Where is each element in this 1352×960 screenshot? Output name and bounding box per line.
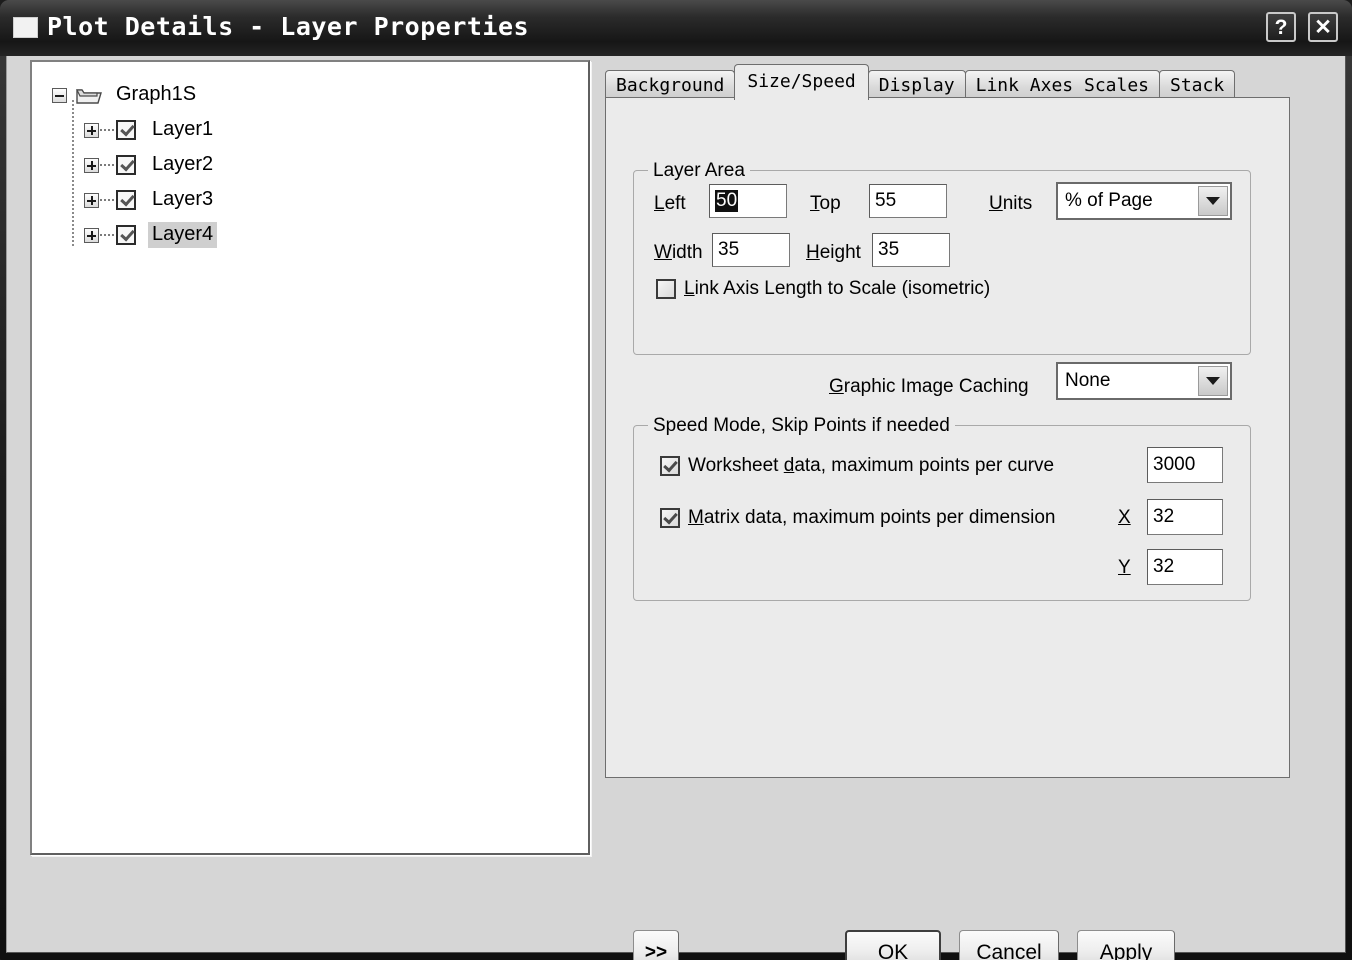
matrix-y-label-text: Y bbox=[1118, 557, 1131, 578]
cancel-button[interactable]: Cancel bbox=[959, 930, 1059, 960]
tree-item-root[interactable]: Graph1S bbox=[52, 80, 200, 110]
left-input-value: 50 bbox=[715, 190, 739, 212]
layer-area-group: Layer Area Left 50 Top 55 Units % of Pag… bbox=[633, 160, 1251, 355]
speed-mode-group-title: Speed Mode, Skip Points if needed bbox=[648, 415, 955, 437]
graphic-image-caching-value: None bbox=[1065, 370, 1111, 391]
tree-item-layer2[interactable]: Layer2 bbox=[84, 150, 217, 180]
top-label: Top bbox=[810, 193, 841, 214]
tree-dots bbox=[100, 234, 114, 236]
help-button[interactable]: ? bbox=[1266, 12, 1296, 42]
width-input-value: 35 bbox=[718, 239, 740, 260]
top-input-value: 55 bbox=[875, 190, 897, 211]
layer-visibility-checkbox[interactable] bbox=[116, 190, 136, 210]
matrix-y-value: 32 bbox=[1153, 556, 1175, 577]
tree-item-label: Layer1 bbox=[152, 118, 214, 140]
ok-button[interactable]: OK bbox=[845, 930, 941, 960]
chevron-down-icon[interactable] bbox=[1198, 366, 1228, 396]
dialog-window: Plot Details - Layer Properties ? ✕ Grap… bbox=[0, 0, 1352, 960]
width-input[interactable]: 35 bbox=[712, 233, 790, 267]
graphic-image-caching-label: Graphic Image Caching bbox=[829, 376, 1029, 397]
width-label: Width bbox=[654, 242, 703, 263]
tab-page-size-speed: Layer Area Left 50 Top 55 Units % of Pag… bbox=[605, 97, 1290, 778]
graphic-image-caching-combobox[interactable]: None bbox=[1056, 362, 1232, 400]
more-options-button[interactable]: >> bbox=[633, 930, 679, 960]
matrix-x-value: 32 bbox=[1153, 506, 1175, 527]
height-label: Height bbox=[806, 242, 861, 263]
left-input[interactable]: 50 bbox=[709, 184, 787, 218]
matrix-data-checkbox[interactable] bbox=[660, 508, 680, 528]
tab-size-speed[interactable]: Size/Speed bbox=[734, 64, 869, 100]
collapse-icon[interactable] bbox=[52, 87, 67, 103]
worksheet-max-points-value: 3000 bbox=[1153, 454, 1196, 475]
worksheet-data-label: Worksheet data, maximum points per curve bbox=[688, 455, 1055, 476]
dialog-client-area: Graph1S Layer1 Layer2 Layer3 Layer4 Back… bbox=[6, 56, 1346, 960]
tab-link-axes-scales[interactable]: Link Axes Scales bbox=[964, 70, 1160, 100]
tab-display[interactable]: Display bbox=[867, 70, 966, 100]
units-combobox[interactable]: % of Page bbox=[1056, 182, 1232, 220]
tab-background[interactable]: Background bbox=[605, 70, 736, 100]
close-button[interactable]: ✕ bbox=[1308, 12, 1338, 42]
tree-item-layer3[interactable]: Layer3 bbox=[84, 185, 217, 215]
matrix-data-label: Matrix data, maximum points per dimensio… bbox=[688, 507, 1056, 528]
link-axis-length-checkbox[interactable] bbox=[656, 279, 676, 299]
layer-visibility-checkbox[interactable] bbox=[116, 225, 136, 245]
tree-item-layer1[interactable]: Layer1 bbox=[84, 115, 217, 145]
speed-mode-group: Speed Mode, Skip Points if needed Worksh… bbox=[633, 415, 1251, 601]
matrix-y-input[interactable]: 32 bbox=[1147, 549, 1223, 585]
layer-visibility-checkbox[interactable] bbox=[116, 155, 136, 175]
tree-item-label: Graph1S bbox=[116, 83, 197, 105]
top-input[interactable]: 55 bbox=[869, 184, 947, 218]
expand-icon[interactable] bbox=[84, 157, 99, 173]
folder-icon bbox=[76, 86, 102, 105]
units-label: Units bbox=[989, 193, 1033, 214]
window-title: Plot Details - Layer Properties bbox=[47, 12, 530, 41]
tree-dots bbox=[100, 199, 114, 201]
expand-icon[interactable] bbox=[84, 227, 99, 243]
apply-button[interactable]: Apply bbox=[1077, 930, 1175, 960]
tree-item-layer4[interactable]: Layer4 bbox=[84, 220, 218, 250]
expand-icon[interactable] bbox=[84, 122, 99, 138]
units-value: % of Page bbox=[1065, 190, 1153, 211]
layer-area-group-title: Layer Area bbox=[648, 160, 750, 182]
matrix-x-label-text: X bbox=[1118, 507, 1131, 528]
layer-visibility-checkbox[interactable] bbox=[116, 120, 136, 140]
worksheet-max-points-input[interactable]: 3000 bbox=[1147, 447, 1223, 483]
matrix-x-label: X bbox=[1118, 507, 1131, 529]
tree-dots bbox=[100, 164, 114, 166]
tree-item-label: Layer2 bbox=[152, 153, 214, 175]
tree-connector-line bbox=[72, 100, 74, 246]
title-bar[interactable]: Plot Details - Layer Properties ? ✕ bbox=[0, 0, 1352, 56]
tab-strip: Background Size/Speed Display Link Axes … bbox=[605, 64, 1236, 100]
left-label: Left bbox=[654, 193, 686, 214]
tree-item-label: Layer3 bbox=[152, 188, 214, 210]
link-axis-length-label: Link Axis Length to Scale (isometric) bbox=[684, 278, 991, 299]
chevron-down-icon[interactable] bbox=[1198, 186, 1228, 216]
worksheet-data-checkbox[interactable] bbox=[660, 456, 680, 476]
matrix-y-label: Y bbox=[1118, 557, 1131, 579]
height-input-value: 35 bbox=[878, 239, 900, 260]
tree-dots bbox=[100, 129, 114, 131]
expand-icon[interactable] bbox=[84, 192, 99, 208]
height-input[interactable]: 35 bbox=[872, 233, 950, 267]
window-icon bbox=[13, 17, 38, 38]
tree-item-label: Layer4 bbox=[148, 222, 218, 248]
tab-stack[interactable]: Stack bbox=[1159, 70, 1236, 100]
matrix-x-input[interactable]: 32 bbox=[1147, 499, 1223, 535]
layer-tree-panel[interactable]: Graph1S Layer1 Layer2 Layer3 Layer4 bbox=[30, 60, 590, 855]
